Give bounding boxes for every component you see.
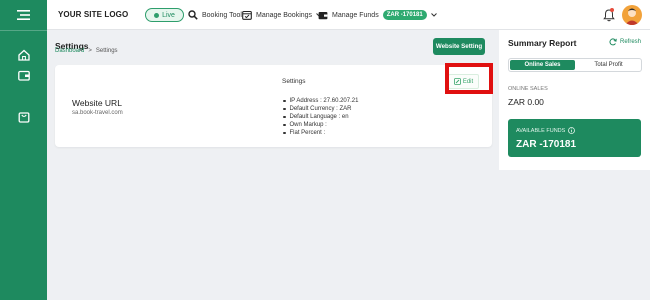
sidebar xyxy=(0,0,47,300)
live-label: Live xyxy=(162,11,175,19)
nav-manage-funds-label: Manage Funds xyxy=(332,11,379,19)
website-url-title: Website URL xyxy=(72,98,122,108)
breadcrumb-dashboard[interactable]: Dashboard xyxy=(55,48,84,54)
tab-online-sales[interactable]: Online Sales xyxy=(510,60,575,70)
avatar[interactable] xyxy=(622,5,642,25)
settings-card: Settings Website URL sa.book-travel.com … xyxy=(55,65,492,147)
top-bar: YOUR SITE LOGO Live Booking Tool Manage … xyxy=(47,0,650,30)
site-logo[interactable]: YOUR SITE LOGO xyxy=(58,10,128,19)
summary-title: Summary Report xyxy=(508,38,577,48)
nav-manage-funds[interactable]: Manage Funds ZAR -170181 xyxy=(318,8,437,22)
nav-manage-bookings[interactable]: Manage Bookings xyxy=(242,8,322,22)
sidebar-divider xyxy=(0,30,47,31)
list-item: Own Markup : xyxy=(283,121,358,129)
available-funds-label: AVAILABLE FUNDS xyxy=(516,127,566,134)
home-icon[interactable] xyxy=(15,46,32,63)
wallet-icon[interactable] xyxy=(15,67,32,84)
list-item: Default Language : en xyxy=(283,113,358,121)
live-dot-icon xyxy=(154,12,160,18)
available-funds-header: AVAILABLE FUNDS xyxy=(516,127,576,134)
refresh-button[interactable]: Refresh xyxy=(609,38,641,46)
tab-total-profit[interactable]: Total Profit xyxy=(576,59,641,71)
website-url-value: sa.book-travel.com xyxy=(72,110,123,116)
calendar-icon xyxy=(242,10,252,20)
chevron-down-icon xyxy=(430,13,437,17)
wallet-icon xyxy=(318,11,328,19)
available-funds-value: ZAR -170181 xyxy=(516,139,577,150)
list-item: IP Address : 27.60.207.21 xyxy=(283,97,359,105)
menu-icon[interactable] xyxy=(15,6,32,23)
available-funds-card: AVAILABLE FUNDS ZAR -170181 xyxy=(508,119,641,157)
refresh-icon xyxy=(609,38,617,46)
online-sales-label: ONLINE SALES xyxy=(508,86,548,92)
nav-manage-bookings-label: Manage Bookings xyxy=(256,11,313,19)
nav-booking-tool[interactable]: Booking Tool xyxy=(188,8,242,22)
shopping-bag-icon[interactable] xyxy=(15,108,32,125)
online-sales-value: ZAR 0.00 xyxy=(508,97,544,107)
refresh-label: Refresh xyxy=(620,39,642,45)
summary-tabs: Online Sales Total Profit xyxy=(508,58,642,72)
breadcrumb-settings: Settings xyxy=(95,48,118,54)
list-item: Flat Percent : xyxy=(283,129,358,137)
summary-panel: Summary Report Refresh Online Sales Tota… xyxy=(499,30,650,170)
funds-badge: ZAR -170181 xyxy=(382,10,427,20)
notification-dot-icon xyxy=(610,8,614,12)
live-toggle[interactable]: Live xyxy=(145,8,184,22)
nav-booking-tool-label: Booking Tool xyxy=(202,11,242,19)
edit-highlight-box xyxy=(445,63,493,94)
search-icon xyxy=(188,10,198,20)
breadcrumb-separator: > xyxy=(88,48,92,54)
settings-card-heading: Settings xyxy=(282,78,306,85)
breadcrumb: Dashboard > Settings xyxy=(55,48,118,54)
info-icon[interactable] xyxy=(568,127,576,134)
website-setting-button[interactable]: Website Setting xyxy=(433,38,485,55)
list-item: Default Currency : ZAR xyxy=(283,105,358,113)
bell-icon[interactable] xyxy=(603,8,615,22)
settings-list: IP Address : 27.60.207.21 Default Curren… xyxy=(283,97,359,137)
